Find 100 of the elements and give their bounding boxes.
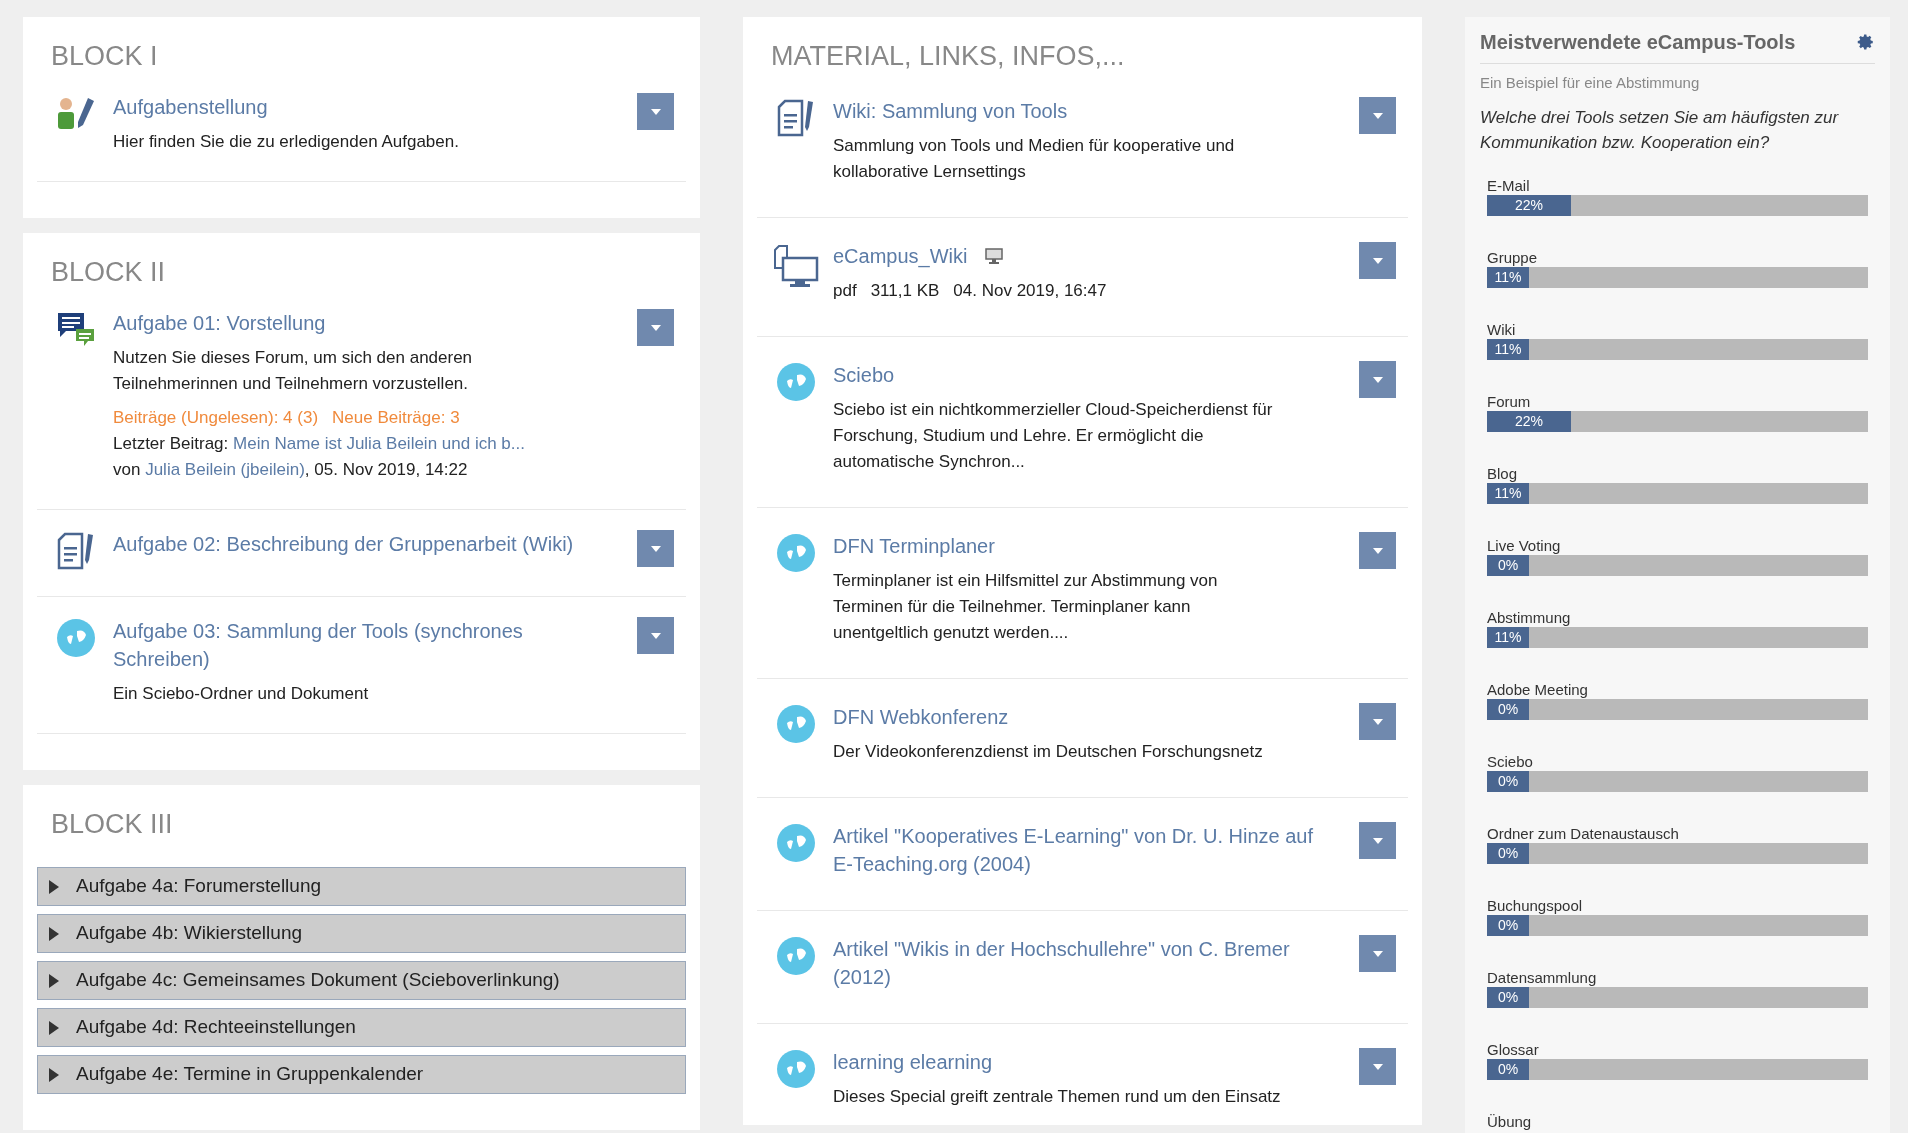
option-label: Blog — [1487, 464, 1519, 483]
file-info-text: pdf — [833, 280, 857, 302]
dropdown-button[interactable] — [1359, 703, 1396, 740]
triangle-right-icon — [48, 1067, 60, 1082]
module-description: Dieses Special greift zentrale Themen rund um den Einsatz — [833, 1086, 1282, 1108]
dropdown-button[interactable] — [1359, 532, 1396, 569]
option-label: Sciebo — [1487, 752, 1534, 771]
option-label: Buchungspool — [1487, 896, 1584, 915]
caret-icon — [1372, 376, 1383, 383]
collapsible-section[interactable]: Aufgabe 4a: Forumerstellung — [37, 867, 686, 906]
cloud-link-icon — [777, 824, 815, 862]
cloud-link-icon — [777, 937, 815, 975]
dropdown-button[interactable] — [637, 309, 674, 346]
caret-icon — [1372, 837, 1383, 844]
option-label: Live Voting — [1487, 536, 1562, 555]
dropdown-button[interactable] — [637, 617, 674, 654]
dropdown-button[interactable] — [1359, 361, 1396, 398]
option-label: Ordner zum Datenaustausch — [1487, 824, 1680, 843]
post-author-text: von Julia Beilein (jbeilein), 05. Nov 2019, 14:22 — [113, 459, 469, 481]
new-posts-text: Neue Beiträge: 3 — [332, 407, 460, 429]
module-title-link[interactable]: Aufgabenstellung — [113, 93, 268, 121]
module-title-link[interactable]: Aufgabe 01: Vorstellung — [113, 309, 326, 337]
block-heading: BLOCK I — [50, 40, 159, 73]
module-title-link[interactable]: Aufgabe 02: Beschreibung der Gruppenarbeit (Wiki) — [113, 530, 574, 558]
module-title-link[interactable]: eCampus_Wiki — [833, 242, 968, 270]
option-label: Adobe Meeting — [1487, 680, 1589, 699]
dropdown-button[interactable] — [1359, 1048, 1396, 1085]
caret-icon — [1372, 112, 1383, 119]
cloud-link-icon — [777, 1050, 815, 1088]
caret-icon — [650, 632, 661, 639]
file-info-text: 311,1 KB — [870, 280, 940, 302]
dropdown-button[interactable] — [637, 530, 674, 567]
module-description: Hier finden Sie die zu erledigenden Aufgaben. — [113, 131, 460, 153]
option-label: Gruppe — [1487, 248, 1539, 267]
triangle-right-icon — [48, 1020, 60, 1035]
percent-badge: 0% — [1487, 914, 1529, 936]
cloud-link-icon — [777, 363, 815, 401]
triangle-right-icon — [48, 926, 60, 941]
last-post-text: Letzter Beitrag: Mein Name ist Julia Beilein und ich b... — [113, 433, 526, 455]
module-description: Sciebo ist ein nichtkommerzieller Cloud-Speicherdienst für Forschung, Studium und Lehre. Er ermöglicht die automatische Synchron... — [833, 399, 1274, 473]
module-title-link[interactable]: learning elearning — [833, 1048, 992, 1076]
panel-title: Meistverwendete eCampus-Tools — [1480, 30, 1796, 55]
cloud-link-icon — [57, 619, 95, 657]
dropdown-button[interactable] — [1359, 935, 1396, 972]
collapsible-section[interactable]: Aufgabe 4c: Gemeinsames Dokument (Scieboverlinkung) — [37, 961, 686, 1000]
cloud-link-icon — [777, 534, 815, 572]
module-title-link[interactable]: Wiki: Sammlung von Tools — [833, 97, 1068, 125]
percent-badge: 0% — [1487, 842, 1529, 864]
module-description: Nutzen Sie dieses Forum, um sich den anderen Teilnehmerinnen und Teilnehmern vorzustellen. — [113, 347, 474, 395]
block-heading: MATERIAL, LINKS, INFOS,... — [770, 40, 1126, 73]
module-title-link[interactable]: Artikel "Wikis in der Hochschullehre" von C. Bremer (2012) — [833, 935, 1313, 991]
caret-icon — [1372, 257, 1383, 264]
caret-icon — [650, 545, 661, 552]
dropdown-button[interactable] — [637, 93, 674, 130]
dropdown-button[interactable] — [1359, 97, 1396, 134]
percent-badge: 0% — [1487, 986, 1529, 1008]
block-heading: BLOCK II — [50, 256, 167, 289]
documents-monitor-icon — [773, 244, 819, 288]
percent-badge: 0% — [1487, 1058, 1529, 1080]
last-post-link[interactable]: Mein Name ist Julia Beilein und ich b... — [233, 434, 525, 453]
file-info-text: 04. Nov 2019, 16:47 — [953, 280, 1107, 302]
author-link[interactable]: Julia Beilein (jbeilein) — [145, 460, 305, 479]
option-label: E-Mail — [1487, 176, 1531, 195]
module-title-link[interactable]: DFN Webkonferenz — [833, 703, 1009, 731]
dropdown-button[interactable] — [1359, 242, 1396, 279]
percent-badge: 0% — [1487, 698, 1529, 720]
module-description: Ein Sciebo-Ordner und Dokument — [113, 683, 370, 705]
person-pencil-icon — [56, 95, 96, 131]
block-heading: BLOCK III — [50, 808, 174, 841]
panel-subtitle: Ein Beispiel für eine Abstimmung — [1480, 73, 1701, 93]
percent-text: 11% — [1494, 267, 1522, 287]
module-description: Terminplaner ist ein Hilfsmittel zur Abstimmung von Terminen für die Teilnehmer. Terminplaner kann unentgeltlich genutzt werden.... — [833, 570, 1219, 644]
percent-text: 22% — [1514, 411, 1543, 431]
percent-text: 11% — [1494, 483, 1522, 503]
collapsible-section[interactable]: Aufgabe 4e: Termine in Gruppenkalender — [37, 1055, 686, 1094]
percent-badge: 0% — [1487, 554, 1529, 576]
option-label: Abstimmung — [1487, 608, 1572, 627]
collapsible-section[interactable]: Aufgabe 4d: Rechteeinstellungen — [37, 1008, 686, 1047]
caret-icon — [650, 324, 661, 331]
percent-text: 11% — [1494, 627, 1522, 647]
module-title-link[interactable]: DFN Terminplaner — [833, 532, 995, 560]
option-label: Datensammlung — [1487, 968, 1598, 987]
option-label: Wiki — [1487, 320, 1517, 339]
document-pencil-icon — [776, 99, 816, 137]
triangle-right-icon — [48, 973, 60, 988]
collapsible-section[interactable]: Aufgabe 4b: Wikierstellung — [37, 914, 686, 953]
percent-text: 22% — [1514, 195, 1543, 215]
posts-count-text: Beiträge (Ungelesen): 4 (3) — [113, 407, 319, 429]
caret-icon — [1372, 547, 1383, 554]
option-label: Glossar — [1487, 1040, 1540, 1059]
settings-icon[interactable] — [1857, 33, 1875, 51]
module-title-link[interactable]: Artikel "Kooperatives E-Learning" von Dr. U. Hinze auf E-Teaching.org (2004) — [833, 822, 1313, 878]
module-title-link[interactable]: Aufgabe 03: Sammlung der Tools (synchrones Schreiben) — [113, 617, 593, 673]
module-title-link[interactable]: Sciebo — [833, 361, 895, 389]
option-label: Forum — [1487, 392, 1532, 411]
percent-badge: 0% — [1487, 770, 1529, 792]
triangle-right-icon — [48, 879, 60, 894]
poll-question: Welche drei Tools setzen Sie am häufigsten zur Kommunikation bzw. Kooperation ein? — [1480, 106, 1840, 154]
cloud-link-icon — [777, 705, 815, 743]
dropdown-button[interactable] — [1359, 822, 1396, 859]
